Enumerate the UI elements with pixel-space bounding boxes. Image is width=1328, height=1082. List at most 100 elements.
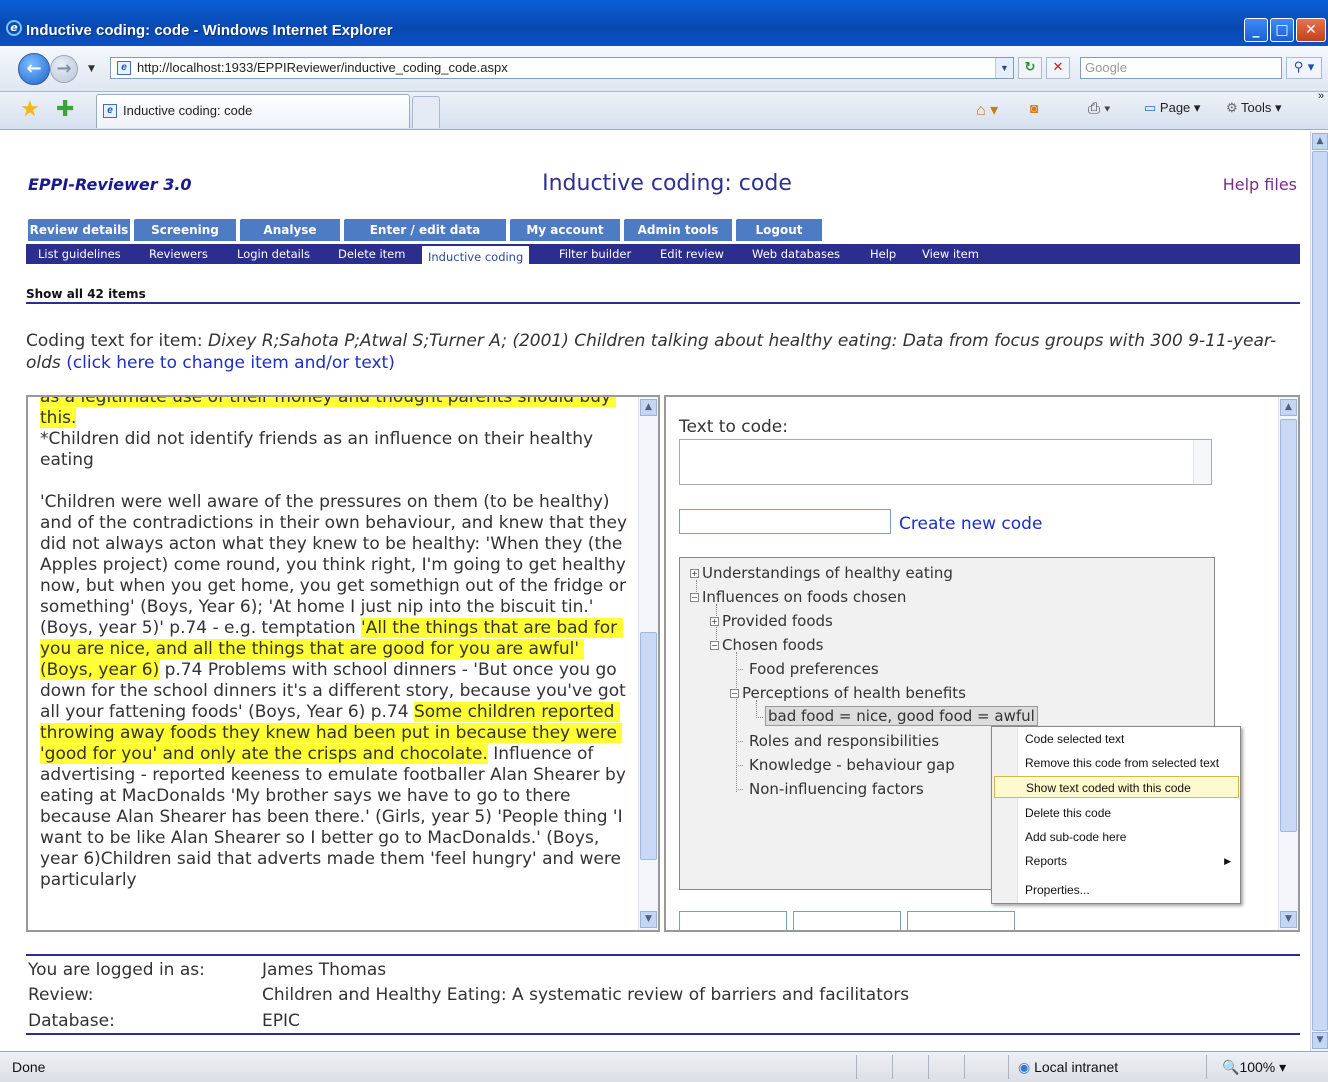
subtab-reviewers[interactable]: Reviewers [149,246,208,262]
document-text-panel[interactable]: as a legitimate use of their money and t… [26,395,660,932]
panel-tab[interactable] [679,911,787,930]
collapse-icon[interactable]: − [710,641,719,650]
page-scrollbar[interactable]: ▲ ▼ [1310,131,1328,1051]
scroll-down-icon[interactable]: ▼ [1312,1032,1328,1049]
tree-node[interactable]: Non-influencing factors [749,780,924,798]
tab-my-account[interactable]: My account [510,219,622,241]
coded-segment[interactable]: as a legitimate use of their money and t… [40,397,617,428]
subtab-filter-builder[interactable]: Filter builder [559,246,631,262]
search-input[interactable]: Google [1080,57,1282,79]
tree-line [736,765,743,766]
menu-item-properties[interactable]: Properties... [994,879,1239,901]
tree-node[interactable]: + Provided foods [710,612,833,630]
show-all-items-link[interactable]: Show all 42 items [26,287,146,301]
tab-logout[interactable]: Logout [736,219,824,241]
subtab-view-item[interactable]: View item [922,246,979,262]
forward-button[interactable]: → [50,55,78,83]
tab-analyse[interactable]: Analyse [240,219,342,241]
print-icon[interactable]: ⎙ ▾ [1088,100,1110,117]
document-text[interactable]: as a legitimate use of their money and t… [40,397,632,891]
textarea-scrollbar[interactable] [1193,440,1211,484]
menu-item-code-selected-text[interactable]: Code selected text [994,728,1239,750]
page-menu[interactable]: ▭ Page ▾ [1144,100,1200,116]
security-zone[interactable]: ◉ Local intranet [1018,1059,1118,1076]
tab-screening[interactable]: Screening [134,219,238,241]
menu-item-delete-code[interactable]: Delete this code [994,802,1239,824]
tree-node[interactable]: − Chosen foods [710,636,823,654]
scroll-thumb[interactable] [640,632,657,860]
menu-item-remove-code[interactable]: Remove this code from selected text [994,752,1239,774]
tree-node[interactable]: Knowledge - behaviour gap [749,756,955,774]
back-button[interactable]: ← [18,53,50,85]
minimize-button[interactable]: _ [1244,18,1268,42]
favorites-star-icon[interactable]: ★ [20,99,40,121]
menu-item-add-sub-code[interactable]: Add sub-code here [994,826,1239,848]
close-button[interactable]: ✕ [1296,18,1326,42]
feeds-icon[interactable]: ◙ [1030,100,1038,116]
tree-node-label: Knowledge - behaviour gap [749,756,955,774]
tree-node[interactable]: Food preferences [749,660,879,678]
text-segment[interactable]: Influence of advertising - reported keen… [40,744,631,890]
tree-node-label: bad food = nice, good food = awful [765,706,1038,726]
address-bar[interactable]: e http://localhost:1933/EPPIReviewer/ind… [110,57,1014,79]
title-bar: e Inductive coding: code - Windows Inter… [0,0,1328,46]
home-icon[interactable]: ⌂ ▾ [976,100,998,120]
scroll-thumb[interactable] [1312,151,1328,1031]
subtab-delete-item[interactable]: Delete item [338,246,405,262]
tree-node[interactable]: + Understandings of healthy eating [690,564,953,582]
scroll-thumb[interactable] [1280,419,1297,832]
tree-node[interactable]: − Influences on foods chosen [690,588,906,606]
subtab-web-databases[interactable]: Web databases [752,246,840,262]
text-segment[interactable]: *Children did not identify friends as an… [40,429,632,638]
help-files-link[interactable]: Help files [1223,175,1297,194]
subtab-help[interactable]: Help [870,246,896,262]
browser-tab-active[interactable]: e Inductive coding: code [96,94,410,128]
scroll-up-icon[interactable]: ▲ [1312,133,1328,150]
maximize-button[interactable]: □ [1270,18,1294,42]
scroll-down-icon[interactable]: ▼ [640,911,657,928]
address-dropdown-icon[interactable]: ▼ [995,58,1013,78]
search-button[interactable]: ⚲ ▾ [1286,57,1322,79]
subtab-login-details[interactable]: Login details [237,246,310,262]
panel-tab[interactable] [793,911,901,930]
page-menu-label: Page [1159,100,1191,115]
create-new-code-link[interactable]: Create new code [899,514,1042,534]
history-dropdown-icon[interactable]: ▼ [88,64,95,74]
expand-icon[interactable]: + [710,617,719,626]
subtab-inductive-coding[interactable]: Inductive coding [422,246,530,266]
coding-panel-scrollbar[interactable]: ▲ ▼ [1278,397,1298,930]
add-favorites-icon[interactable]: ✚ [56,99,74,121]
tree-node[interactable]: Roles and responsibilities [749,732,939,750]
tab-enter-edit-data[interactable]: Enter / edit data [344,219,508,241]
expand-icon[interactable]: + [690,569,699,578]
subtab-list-guidelines[interactable]: List guidelines [38,246,121,262]
scroll-down-icon[interactable]: ▼ [1280,911,1297,928]
refresh-button[interactable]: ↻ [1018,57,1042,79]
collapse-icon[interactable]: − [690,593,699,602]
menu-item-reports[interactable]: Reports ▶ [994,850,1239,872]
stop-button[interactable]: ✕ [1046,57,1070,79]
text-to-code-field[interactable] [679,439,1212,485]
new-tab-button[interactable] [412,96,440,128]
tree-node-label: Understandings of healthy eating [702,564,953,582]
tree-node[interactable]: − Perceptions of health benefits [730,684,966,702]
tab-admin-tools[interactable]: Admin tools [624,219,734,241]
collapse-icon[interactable]: − [730,689,739,698]
panel-tab[interactable] [907,911,1015,930]
more-chevron-icon[interactable]: » [1318,90,1324,102]
navigation-bar: ← → ▼ e http://localhost:1933/EPPIReview… [0,46,1328,92]
tree-node-selected[interactable]: bad food = nice, good food = awful [765,706,1038,726]
scroll-up-icon[interactable]: ▲ [1280,399,1297,416]
scroll-up-icon[interactable]: ▲ [640,399,657,416]
tree-line [756,700,757,718]
menu-item-show-coded-text[interactable]: Show text coded with this code [994,776,1239,798]
gear-icon: ⚙ [1226,100,1238,115]
subtab-edit-review[interactable]: Edit review [660,246,724,262]
change-item-link[interactable]: (click here to change item and/or text) [66,353,395,373]
zoom-control[interactable]: 🔍100% ▾ [1222,1059,1286,1076]
new-code-input[interactable] [679,509,891,534]
document-scrollbar[interactable]: ▲ ▼ [638,397,658,930]
tab-review-details[interactable]: Review details [28,219,132,241]
coding-prefix: Coding text for item: [26,331,209,351]
tools-menu[interactable]: ⚙ Tools ▾ [1226,100,1282,116]
